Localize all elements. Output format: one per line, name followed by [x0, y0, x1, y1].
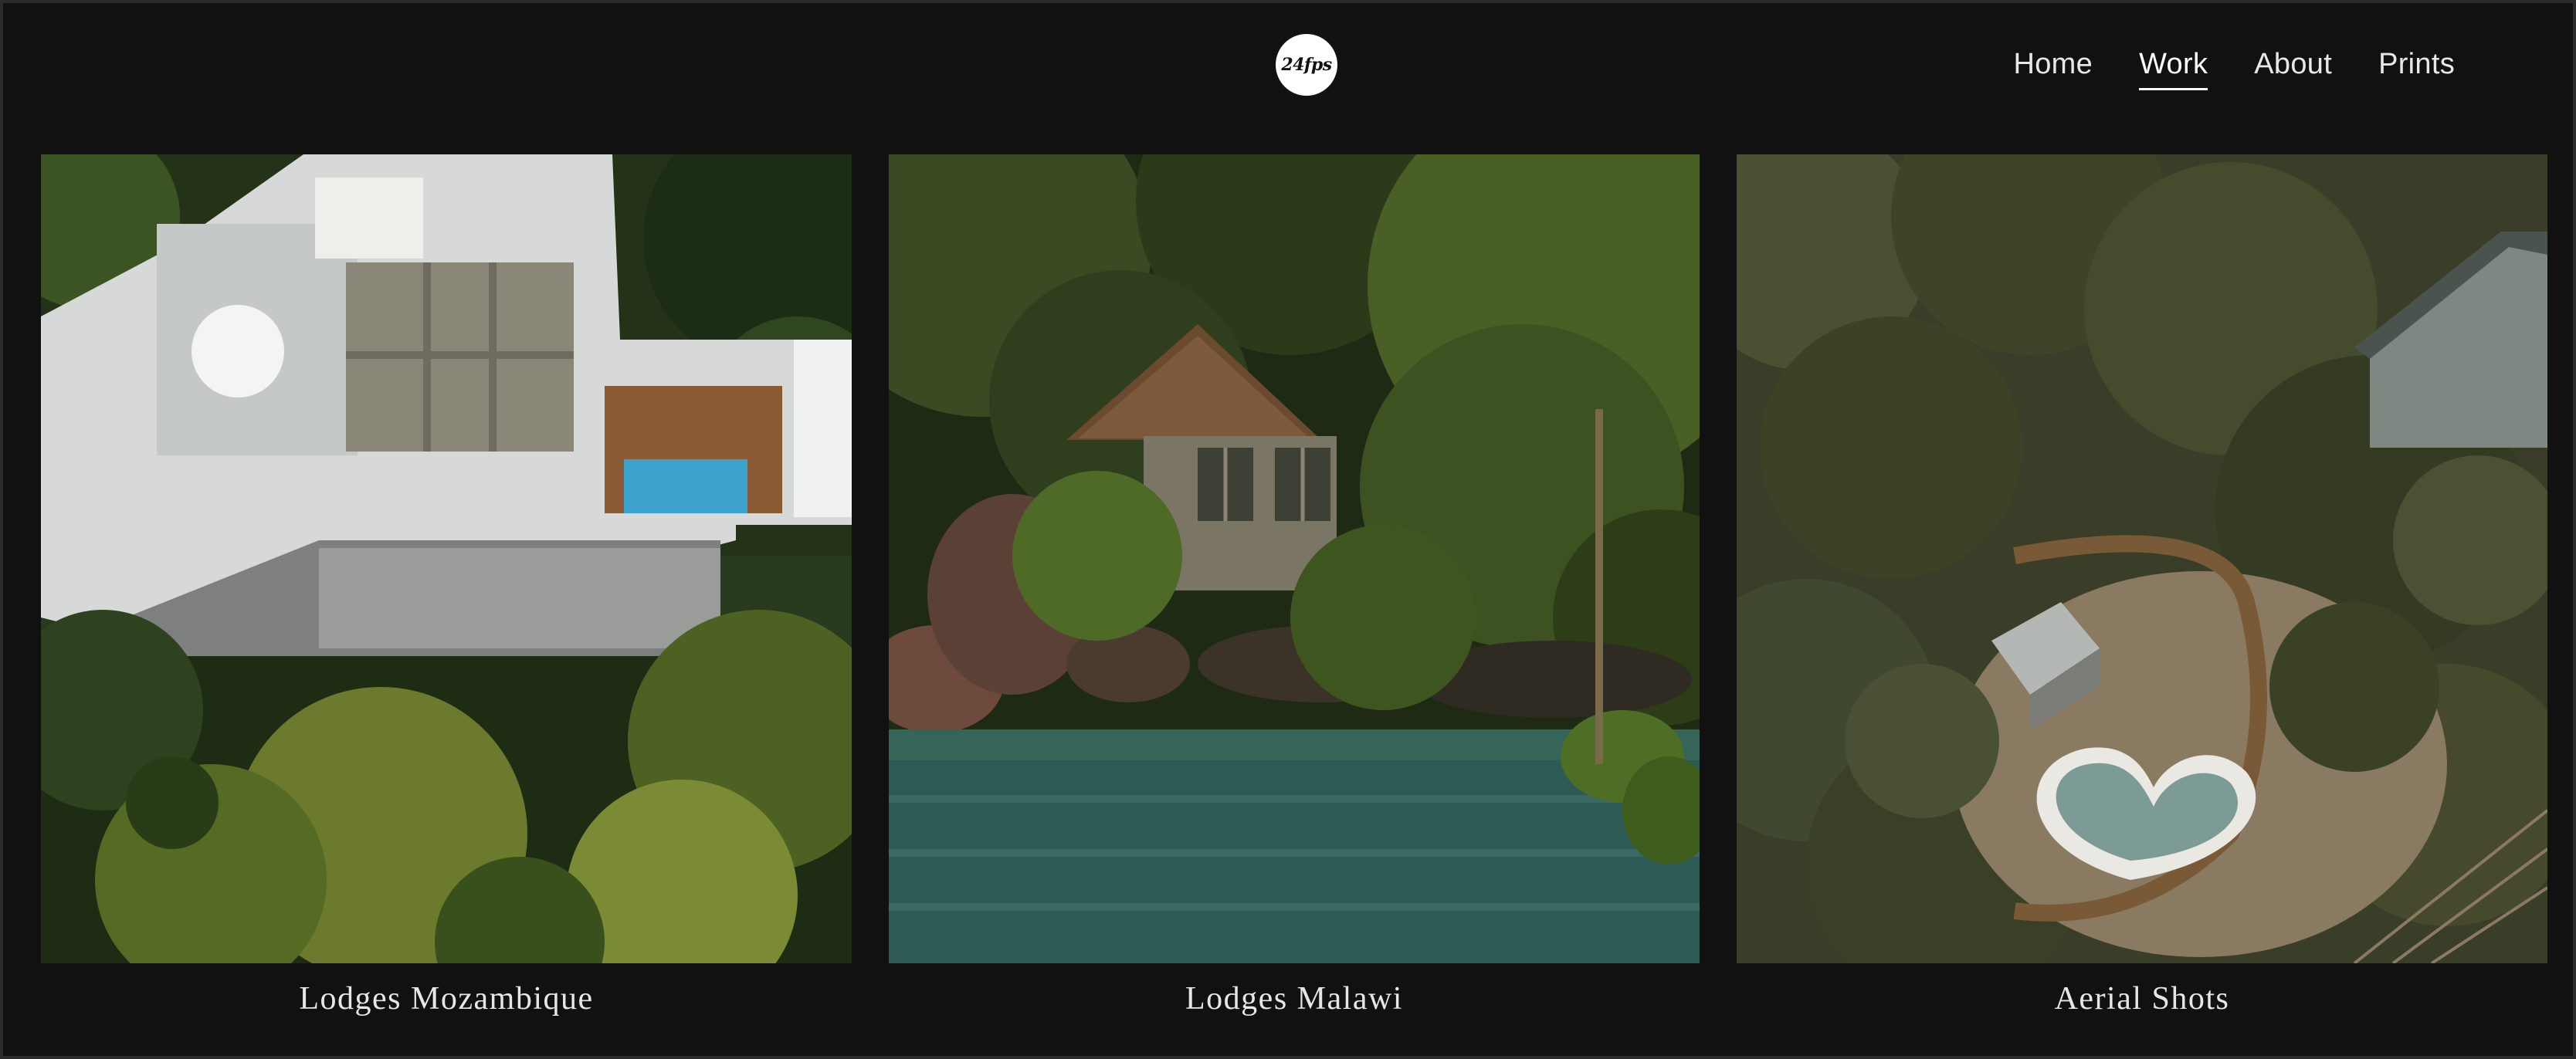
gallery-item-lodges-malawi[interactable] — [889, 154, 1700, 963]
nav-about[interactable]: About — [2254, 48, 2332, 90]
lodges-malawi-image — [889, 154, 1700, 963]
caption-lodges-malawi[interactable]: Lodges Malawi — [889, 980, 1700, 1017]
caption-lodges-mozambique[interactable]: Lodges Mozambique — [41, 980, 852, 1017]
site-header: 24fps Home Work About Prints — [0, 0, 2576, 135]
main-nav: Home Work About Prints — [2014, 48, 2456, 90]
logo-text: 24fps — [1281, 55, 1332, 75]
caption-aerial-shots[interactable]: Aerial Shots — [1737, 980, 2547, 1017]
nav-home[interactable]: Home — [2014, 48, 2093, 90]
gallery-item-lodges-mozambique[interactable] — [41, 154, 852, 963]
nav-prints[interactable]: Prints — [2378, 48, 2455, 90]
nav-work[interactable]: Work — [2139, 48, 2208, 90]
lodges-mozambique-image — [41, 154, 852, 963]
gallery-item-aerial-shots[interactable] — [1737, 154, 2547, 963]
aerial-shots-image — [1737, 154, 2547, 963]
site-logo[interactable]: 24fps — [1276, 34, 1337, 96]
